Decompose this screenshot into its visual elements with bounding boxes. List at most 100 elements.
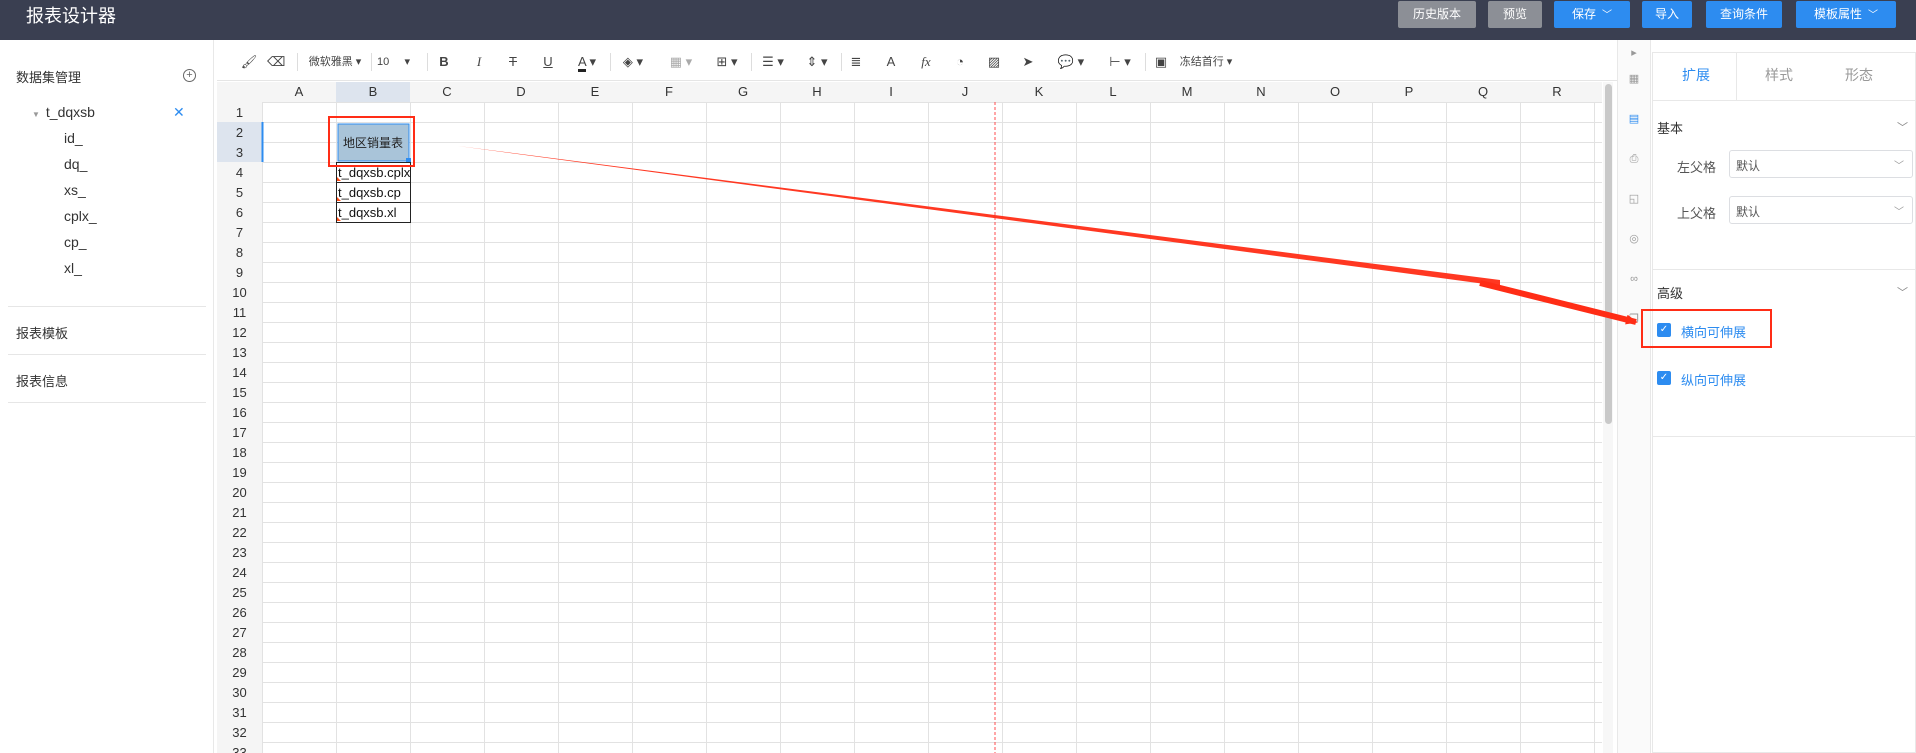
vertical-align-icon[interactable]: ⇕ ▾ xyxy=(801,51,833,73)
vertical-scrollbar[interactable] xyxy=(1603,82,1613,753)
row-header-9[interactable]: 9 xyxy=(236,265,243,280)
column-header-I[interactable]: I xyxy=(889,84,893,99)
border-icon[interactable]: ▦ ▾ xyxy=(665,51,697,73)
row-header-4[interactable]: 4 xyxy=(236,165,243,180)
row-header-8[interactable]: 8 xyxy=(236,245,243,260)
expand-arrow-icon[interactable]: ▸ xyxy=(1627,46,1641,60)
wrap-text-icon[interactable]: ≣ xyxy=(847,51,865,73)
grid-canvas[interactable]: A B C D E F G H I J K L M N O P Q R1234567891011121314151… xyxy=(217,82,1602,753)
column-header-E[interactable]: E xyxy=(591,84,600,99)
column-header-O[interactable]: O xyxy=(1330,84,1340,99)
row-header-14[interactable]: 14 xyxy=(232,365,246,380)
report-template-section[interactable]: 报表模板 xyxy=(16,323,68,342)
save-button[interactable]: 保存 ﹀ xyxy=(1554,1,1630,28)
fill-color-icon[interactable]: ◈ ▾ xyxy=(617,51,649,73)
row-header-2[interactable]: 2 xyxy=(236,125,243,140)
print-icon[interactable]: ⎙ xyxy=(1627,152,1641,166)
field-item[interactable]: dq_ xyxy=(64,156,87,172)
font-family-select[interactable]: 微软雅黑 ▾ xyxy=(305,51,365,73)
column-header-M[interactable]: M xyxy=(1182,84,1193,99)
row-header-6[interactable]: 6 xyxy=(236,205,243,220)
row-header-29[interactable]: 29 xyxy=(232,665,246,680)
row-header-15[interactable]: 15 xyxy=(232,385,246,400)
column-header-N[interactable]: N xyxy=(1256,84,1265,99)
font-color-icon[interactable]: A ▾ xyxy=(572,51,602,73)
row-header-23[interactable]: 23 xyxy=(232,545,246,560)
row-header-24[interactable]: 24 xyxy=(232,565,246,580)
basic-section-title[interactable]: 基本 xyxy=(1657,118,1683,137)
copy-icon[interactable]: ❐ xyxy=(1627,312,1641,326)
field-item[interactable]: xl_ xyxy=(64,260,82,276)
row-header-5[interactable]: 5 xyxy=(236,185,243,200)
column-header-R[interactable]: R xyxy=(1552,84,1561,99)
row-header-3[interactable]: 3 xyxy=(236,145,243,160)
scrollbar-thumb[interactable] xyxy=(1605,84,1612,424)
text-format-icon[interactable]: A xyxy=(882,51,900,73)
vertical-expand-label[interactable]: 纵向可伸展 xyxy=(1681,370,1746,389)
row-header-11[interactable]: 11 xyxy=(233,305,247,320)
row-header-17[interactable]: 17 xyxy=(232,425,246,440)
row-header-16[interactable]: 16 xyxy=(232,405,246,420)
left-parent-select[interactable]: 默认 ﹀ xyxy=(1729,150,1913,178)
dataset-item[interactable]: ▼ t_dqxsb xyxy=(32,104,95,120)
row-header-21[interactable]: 21 xyxy=(232,505,246,520)
row-header-10[interactable]: 10 xyxy=(232,285,246,300)
column-header-C[interactable]: C xyxy=(442,84,451,99)
underline-icon[interactable]: U xyxy=(539,51,557,73)
tab-style[interactable]: 样式 xyxy=(1765,65,1793,85)
row-header-31[interactable]: 31 xyxy=(232,705,246,720)
history-version-button[interactable]: 历史版本 xyxy=(1398,1,1476,28)
row-header-33[interactable]: 33 xyxy=(232,745,246,753)
row-header-7[interactable]: 7 xyxy=(236,225,243,240)
row-header-30[interactable]: 30 xyxy=(232,685,246,700)
image-icon[interactable]: ▨ xyxy=(985,51,1003,73)
chevron-down-icon[interactable]: ﹀ xyxy=(1897,284,1908,300)
row-header-19[interactable]: 19 xyxy=(232,465,246,480)
field-item[interactable]: cplx_ xyxy=(64,208,97,224)
chevron-down-icon[interactable]: ﹀ xyxy=(1897,119,1908,135)
column-header-H[interactable]: H xyxy=(812,84,821,99)
column-header-B[interactable]: B xyxy=(369,84,378,99)
row-header-26[interactable]: 26 xyxy=(232,605,246,620)
column-header-K[interactable]: K xyxy=(1035,84,1044,99)
template-properties-button[interactable]: 模板属性 ﹀ xyxy=(1796,1,1896,28)
row-header-28[interactable]: 28 xyxy=(232,645,246,660)
format-painter-icon[interactable]: 🖌 xyxy=(240,51,258,73)
font-size-select[interactable]: 10 ▾ xyxy=(377,51,419,73)
row-header-22[interactable]: 22 xyxy=(232,525,246,540)
freeze-first-row-button[interactable]: 冻结首行 ▾ xyxy=(1174,51,1238,73)
top-parent-select[interactable]: 默认 ﹀ xyxy=(1729,196,1913,224)
remove-dataset-icon[interactable]: ✕ xyxy=(173,104,185,121)
merge-cells-icon[interactable]: ⊞ ▾ xyxy=(711,51,743,73)
import-button[interactable]: 导入 xyxy=(1642,1,1692,28)
grid-icon[interactable]: ▦ xyxy=(1627,72,1641,86)
page-icon[interactable]: ◱ xyxy=(1627,192,1641,206)
link-icon[interactable]: ∞ xyxy=(1627,272,1641,286)
horizontal-align-icon[interactable]: ☰ ▾ xyxy=(757,51,789,73)
field-item[interactable]: id_ xyxy=(64,130,83,146)
query-conditions-button[interactable]: 查询条件 xyxy=(1706,1,1782,28)
row-header-32[interactable]: 32 xyxy=(232,725,246,740)
cell-properties-icon[interactable]: ▤ xyxy=(1627,112,1641,126)
column-header-P[interactable]: P xyxy=(1405,84,1414,99)
row-header-25[interactable]: 25 xyxy=(232,585,246,600)
column-header-F[interactable]: F xyxy=(665,84,673,99)
spreadsheet-grid[interactable]: A B C D E F G H I J K L M N O P Q R 1 2 3 4 5 6 7 8 9 10 11 12 13 14 15 1… xyxy=(217,82,1602,753)
freeze-icon[interactable]: ▣ xyxy=(1152,51,1170,73)
bold-icon[interactable]: B xyxy=(435,51,453,73)
tab-form[interactable]: 形态 xyxy=(1845,65,1873,85)
row-header-18[interactable]: 18 xyxy=(232,445,246,460)
chat-icon[interactable]: ◎ xyxy=(1627,232,1641,246)
column-header-D[interactable]: D xyxy=(516,84,525,99)
row-header-27[interactable]: 27 xyxy=(232,625,246,640)
comment-icon[interactable]: 💬 ▾ xyxy=(1055,51,1087,73)
row-header-12[interactable]: 12 xyxy=(232,325,246,340)
link-icon[interactable]: ➤ xyxy=(1019,51,1037,73)
eraser-icon[interactable]: ⌫ xyxy=(267,51,285,73)
function-icon[interactable]: fx xyxy=(917,51,935,73)
column-header-J[interactable]: J xyxy=(962,84,969,99)
strikethrough-icon[interactable]: T xyxy=(504,51,522,73)
italic-icon[interactable]: I xyxy=(470,51,488,73)
report-info-section[interactable]: 报表信息 xyxy=(16,371,68,390)
preview-button[interactable]: 预览 xyxy=(1488,1,1542,28)
